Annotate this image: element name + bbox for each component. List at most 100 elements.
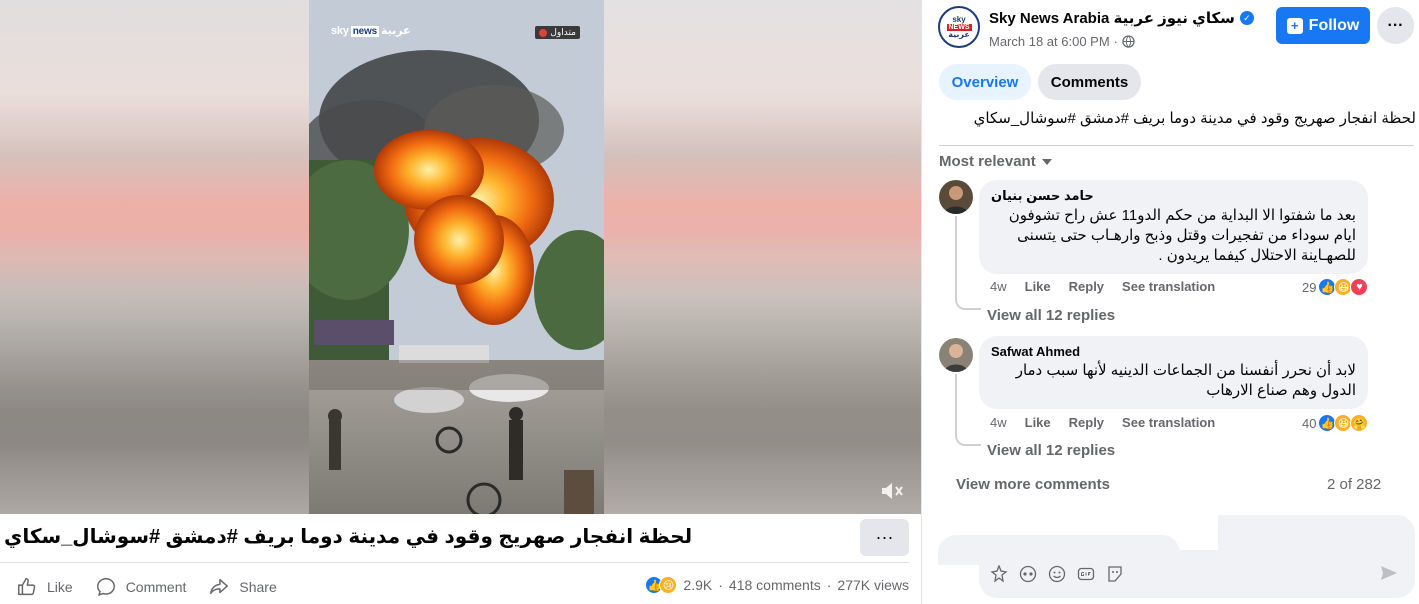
thread-line — [955, 374, 957, 434]
love-reaction-icon: ♥ — [1350, 278, 1369, 296]
commenter-avatar[interactable] — [939, 180, 973, 214]
avatar-arabic-text: عربية — [948, 29, 970, 39]
comment-meta: 4w Like Reply See translation — [990, 415, 1233, 430]
comment-reactions[interactable]: 29 👍 😆 ♥ — [1302, 278, 1369, 296]
comment-label: Comment — [125, 579, 187, 595]
view-count: 277K views — [837, 577, 909, 593]
comment-reply-button[interactable]: Reply — [1069, 279, 1104, 294]
comment-line: الدول وهم صناع الارهاب — [1206, 382, 1356, 399]
follow-button[interactable]: + Follow — [1276, 7, 1370, 44]
separator-dot: · — [718, 577, 723, 593]
sticker-icon[interactable] — [1105, 564, 1125, 584]
comment-input[interactable] — [1218, 515, 1415, 555]
comment-reply-button[interactable]: Reply — [1069, 415, 1104, 430]
trending-badge: متداول — [535, 26, 580, 39]
thread-connector — [955, 298, 981, 310]
view-replies-link[interactable]: View all 12 replies — [987, 307, 1115, 324]
post-timestamp[interactable]: March 18 at 6:00 PM — [989, 34, 1110, 49]
comments-panel: sky NEWS عربية Sky News Arabia سكاي نيوز… — [921, 0, 1419, 604]
reaction-count[interactable]: 2.9K — [683, 577, 712, 593]
comment-reaction-count: 29 — [1302, 279, 1317, 295]
comment-like-button[interactable]: Like — [1025, 415, 1051, 430]
page-name-row: Sky News Arabia سكاي نيوز عربية ✓ — [989, 9, 1254, 27]
mask-icon[interactable] — [1018, 564, 1038, 584]
divider — [939, 145, 1414, 146]
avatar-photo — [939, 180, 973, 214]
comment-button[interactable]: Comment — [95, 576, 187, 598]
watermark-arabic: عربية — [380, 25, 411, 37]
comment-line: لابد أن نحرر أنفسنا من الجماعات الدينيه … — [1015, 362, 1356, 379]
thread-connector — [955, 434, 981, 446]
comment-body: بعد ما شفتوا الا البداية من حكم الدو11 ع… — [991, 206, 1356, 266]
video-player[interactable]: sky news عربية متداول — [0, 0, 921, 514]
comment-count[interactable]: 418 comments — [729, 577, 821, 593]
facebook-video-viewer: sky news عربية متداول لحظة انفجار صهريج وق… — [0, 0, 1419, 604]
page-avatar[interactable]: sky NEWS عربية — [938, 6, 980, 48]
share-button[interactable]: Share — [208, 576, 277, 598]
separator-dot: · — [826, 577, 832, 593]
like-button[interactable]: Like — [16, 576, 73, 598]
comment-page-count: 2 of 282 — [1327, 476, 1382, 493]
follow-plus-icon: + — [1286, 17, 1303, 34]
comment-time[interactable]: 4w — [990, 415, 1007, 430]
comment-sort-dropdown[interactable]: Most relevant — [939, 153, 1052, 170]
post-caption: لحظة انفجار صهريج وقود في مدينة دوما بري… — [4, 526, 693, 548]
sort-label: Most relevant — [939, 153, 1036, 170]
see-translation-link[interactable]: See translation — [1122, 279, 1215, 294]
thumbs-up-icon — [18, 578, 36, 596]
send-icon[interactable] — [1379, 563, 1399, 583]
chevron-down-icon — [1041, 158, 1052, 165]
comment-meta: 4w Like Reply See translation — [990, 279, 1233, 294]
caption-more-options-button[interactable]: ··· — [860, 519, 909, 556]
comment-body: لابد أن نحرر أنفسنا من الجماعات الدينيه … — [991, 361, 1356, 401]
comment-reaction-count: 40 — [1302, 415, 1317, 431]
see-translation-link[interactable]: See translation — [1122, 415, 1215, 430]
share-label: Share — [239, 579, 277, 595]
post-stats: 👍 😢 2.9K · 418 comments · 277K views — [645, 576, 909, 594]
video-frame[interactable]: sky news عربية متداول — [309, 0, 604, 514]
commenter-avatar[interactable] — [939, 338, 973, 372]
comment-author[interactable]: Safwat Ahmed — [991, 344, 1356, 359]
more-options-button[interactable]: ··· — [1377, 7, 1414, 44]
avatar-photo — [939, 338, 973, 372]
comment-time[interactable]: 4w — [990, 279, 1007, 294]
comment-like-button[interactable]: Like — [1025, 279, 1051, 294]
post-text: لحظة انفجار صهريج وقود في مدينة دوما بري… — [973, 110, 1416, 127]
record-dot-icon — [539, 28, 548, 37]
avatar-sky-text: sky — [952, 14, 966, 24]
separator-dot: · — [1113, 34, 1119, 49]
comment-line: للصهـاينة الاحتلال كيفما يريدون . — [1158, 247, 1356, 264]
video-blur-background-left — [0, 0, 309, 514]
gif-icon[interactable] — [1076, 564, 1096, 584]
page-name-link[interactable]: Sky News Arabia سكاي نيوز عربية — [989, 9, 1235, 27]
comment-line: بعد ما شفتوا الا البداية من حكم الدو11 ع… — [1008, 207, 1356, 224]
comment-bubble: Safwat Ahmed لابد أن نحرر أنفسنا من الجم… — [979, 336, 1368, 409]
tab-overview[interactable]: Overview — [939, 64, 1031, 100]
view-more-comments-link[interactable]: View more comments — [956, 476, 1110, 493]
view-replies-link[interactable]: View all 12 replies — [987, 442, 1115, 459]
tab-comments[interactable]: Comments — [1038, 64, 1141, 100]
post-meta: March 18 at 6:00 PM · — [989, 34, 1135, 49]
avatar-sticker-icon[interactable] — [989, 564, 1009, 584]
comment-bubble-icon — [96, 578, 115, 597]
comment-author[interactable]: حامد حسن بنيان — [991, 188, 1356, 204]
reaction-icons[interactable]: 👍 😢 — [645, 576, 678, 594]
comment-reactions[interactable]: 40 👍 😆 🤗 — [1302, 414, 1369, 432]
comment-composer-toolbar — [979, 550, 1415, 598]
care-reaction-icon: 🤗 — [1350, 414, 1369, 432]
thread-line — [955, 216, 957, 298]
sad-reaction-icon: 😢 — [659, 576, 678, 594]
comment-line: ايام سوداء من تفجيرات وقتل وذبح وارهـاب … — [1017, 227, 1356, 244]
globe-icon[interactable] — [1122, 35, 1135, 48]
explosion-scene-image — [309, 0, 604, 514]
follow-label: Follow — [1308, 16, 1360, 34]
muted-speaker-icon[interactable] — [880, 480, 906, 502]
watermark-news: news — [350, 26, 379, 37]
divider — [0, 562, 909, 563]
post-actions-bar: Like Comment Share — [0, 570, 283, 604]
video-blur-background-right — [604, 0, 921, 514]
like-label: Like — [47, 579, 73, 595]
emoji-icon[interactable] — [1047, 564, 1067, 584]
trending-badge-label: متداول — [550, 27, 576, 37]
comment-bubble: حامد حسن بنيان بعد ما شفتوا الا البداية … — [979, 180, 1368, 274]
